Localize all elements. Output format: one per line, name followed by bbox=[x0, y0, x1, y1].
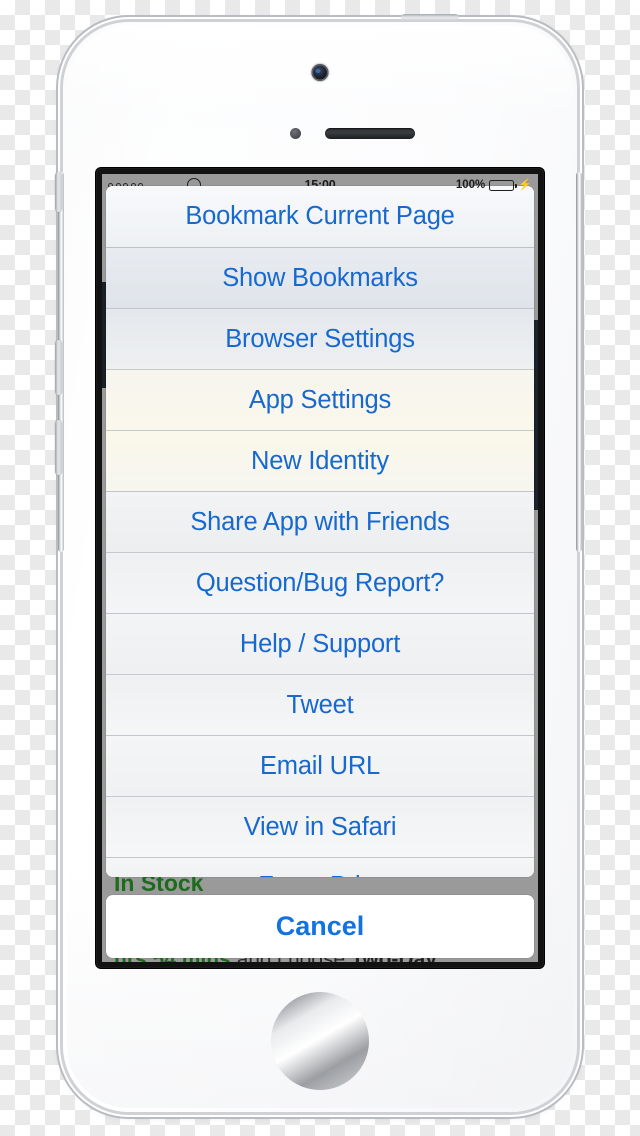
action-share-app-with-friends[interactable]: Share App with Friends bbox=[106, 491, 534, 552]
action-label: New Identity bbox=[251, 446, 389, 475]
action-label: Share App with Friends bbox=[190, 507, 450, 536]
action-browser-settings[interactable]: Browser Settings bbox=[106, 308, 534, 369]
volume-down-button[interactable] bbox=[55, 420, 62, 475]
front-camera-icon bbox=[311, 64, 329, 81]
action-bookmark-current-page[interactable]: Bookmark Current Page bbox=[106, 186, 534, 247]
action-show-bookmarks[interactable]: Show Bookmarks bbox=[106, 247, 534, 308]
action-view-in-safari[interactable]: View in Safari bbox=[106, 796, 534, 857]
action-label: Browser Settings bbox=[225, 324, 415, 353]
volume-up-button[interactable] bbox=[55, 340, 62, 395]
action-label: Bookmark Current Page bbox=[185, 202, 455, 230]
sheet-spacer bbox=[106, 877, 534, 889]
proximity-sensor-icon bbox=[290, 128, 301, 139]
action-sheet: Bookmark Current Page Show Bookmarks Bro… bbox=[106, 186, 534, 958]
screen-bezel: 15:00 100% ⚡ In Stock Bookmark Current P… bbox=[96, 168, 544, 968]
earpiece-speaker-icon bbox=[325, 128, 415, 139]
action-new-identity[interactable]: New Identity bbox=[106, 430, 534, 491]
iphone-device-frame: 15:00 100% ⚡ In Stock Bookmark Current P… bbox=[55, 14, 582, 1112]
action-zoom-print-clipped[interactable]: Zoom Print bbox=[106, 857, 534, 877]
action-app-settings[interactable]: App Settings bbox=[106, 369, 534, 430]
status-bar-right-cluster: 100% ⚡ bbox=[456, 179, 532, 191]
lightning-bolt-icon: ⚡ bbox=[518, 178, 532, 191]
action-question-bug-report[interactable]: Question/Bug Report? bbox=[106, 552, 534, 613]
action-label: Email URL bbox=[259, 751, 381, 780]
action-help-support[interactable]: Help / Support bbox=[106, 613, 534, 674]
cancel-label: Cancel bbox=[275, 911, 365, 941]
action-label: Question/Bug Report? bbox=[195, 568, 445, 597]
action-tweet[interactable]: Tweet bbox=[106, 674, 534, 735]
image-canvas: 15:00 100% ⚡ In Stock Bookmark Current P… bbox=[0, 0, 640, 1136]
power-button[interactable] bbox=[401, 14, 459, 21]
action-email-url[interactable]: Email URL bbox=[106, 735, 534, 796]
battery-full-icon bbox=[489, 179, 517, 191]
mute-switch[interactable] bbox=[55, 172, 62, 212]
action-label: Help / Support bbox=[239, 629, 401, 658]
home-button[interactable] bbox=[271, 992, 369, 1090]
action-label: Zoom Print bbox=[259, 872, 382, 877]
phone-screen: 15:00 100% ⚡ In Stock Bookmark Current P… bbox=[102, 174, 538, 962]
action-sheet-options-group: Bookmark Current Page Show Bookmarks Bro… bbox=[106, 186, 534, 877]
action-label: Show Bookmarks bbox=[222, 263, 418, 292]
action-label: App Settings bbox=[248, 385, 392, 414]
cancel-button[interactable]: Cancel bbox=[106, 895, 534, 958]
battery-percent-label: 100% bbox=[455, 179, 486, 191]
right-metal-band bbox=[576, 172, 582, 552]
action-label: View in Safari bbox=[243, 812, 397, 841]
action-label: Tweet bbox=[286, 690, 354, 719]
